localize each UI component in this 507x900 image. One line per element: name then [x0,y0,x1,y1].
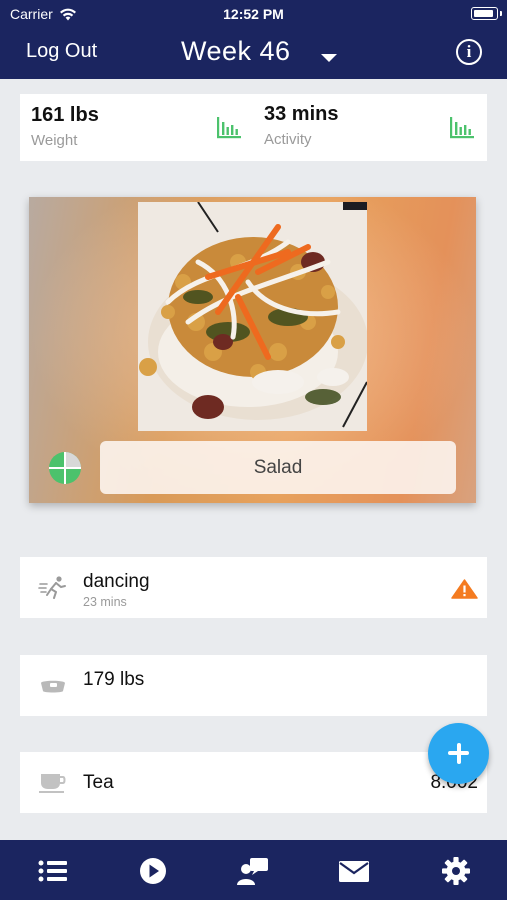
gear-icon[interactable] [440,856,472,886]
meal-name-button[interactable]: Salad [100,441,456,494]
chevron-down-icon[interactable] [321,54,337,62]
logout-button[interactable]: Log Out [26,40,97,63]
tab-bar [0,840,507,900]
running-person-icon [38,576,66,599]
weight-metric: 161 lbs Weight [31,104,99,149]
scale-icon [41,680,65,693]
clock: 12:52 PM [223,6,284,22]
coach-icon[interactable] [237,856,269,886]
weight-label: Weight [31,132,78,149]
list-item-drink[interactable]: Tea 8.002 [20,752,487,813]
activity-duration: 23 mins [83,595,127,609]
warning-icon[interactable] [451,579,478,599]
info-icon[interactable]: i [456,39,482,65]
activity-label: Activity [264,131,312,148]
activity-value: 33 mins [264,103,339,125]
weight-entry-value: 179 lbs [83,669,145,690]
week-selector[interactable]: Week 46 [181,36,291,67]
add-entry-button[interactable] [428,723,489,784]
weight-value: 161 lbs [31,104,99,126]
week-label: Week [181,36,252,66]
cup-icon [39,774,66,793]
meal-card[interactable]: Salad [29,197,476,503]
portion-pie-icon [49,452,81,484]
play-icon[interactable] [137,856,169,886]
activity-metric: 33 mins Activity [264,103,338,148]
meal-photo[interactable] [138,202,367,431]
drink-name: Tea [83,772,114,793]
mail-icon[interactable] [338,856,370,886]
battery-icon [471,7,502,20]
list-icon[interactable] [37,856,69,886]
week-number: 46 [259,36,291,66]
list-item-weight[interactable]: 179 lbs [20,655,487,716]
activity-chart-icon[interactable] [449,116,475,140]
weight-chart-icon[interactable] [216,116,242,140]
summary-card: 161 lbs Weight 33 mins Activity [20,94,487,161]
status-bar: Carrier 12:52 PM [0,0,507,28]
list-item-activity[interactable]: dancing 23 mins [20,557,487,618]
activity-name: dancing [83,571,150,592]
nav-bar: Log Out Week 46 i [0,28,507,79]
